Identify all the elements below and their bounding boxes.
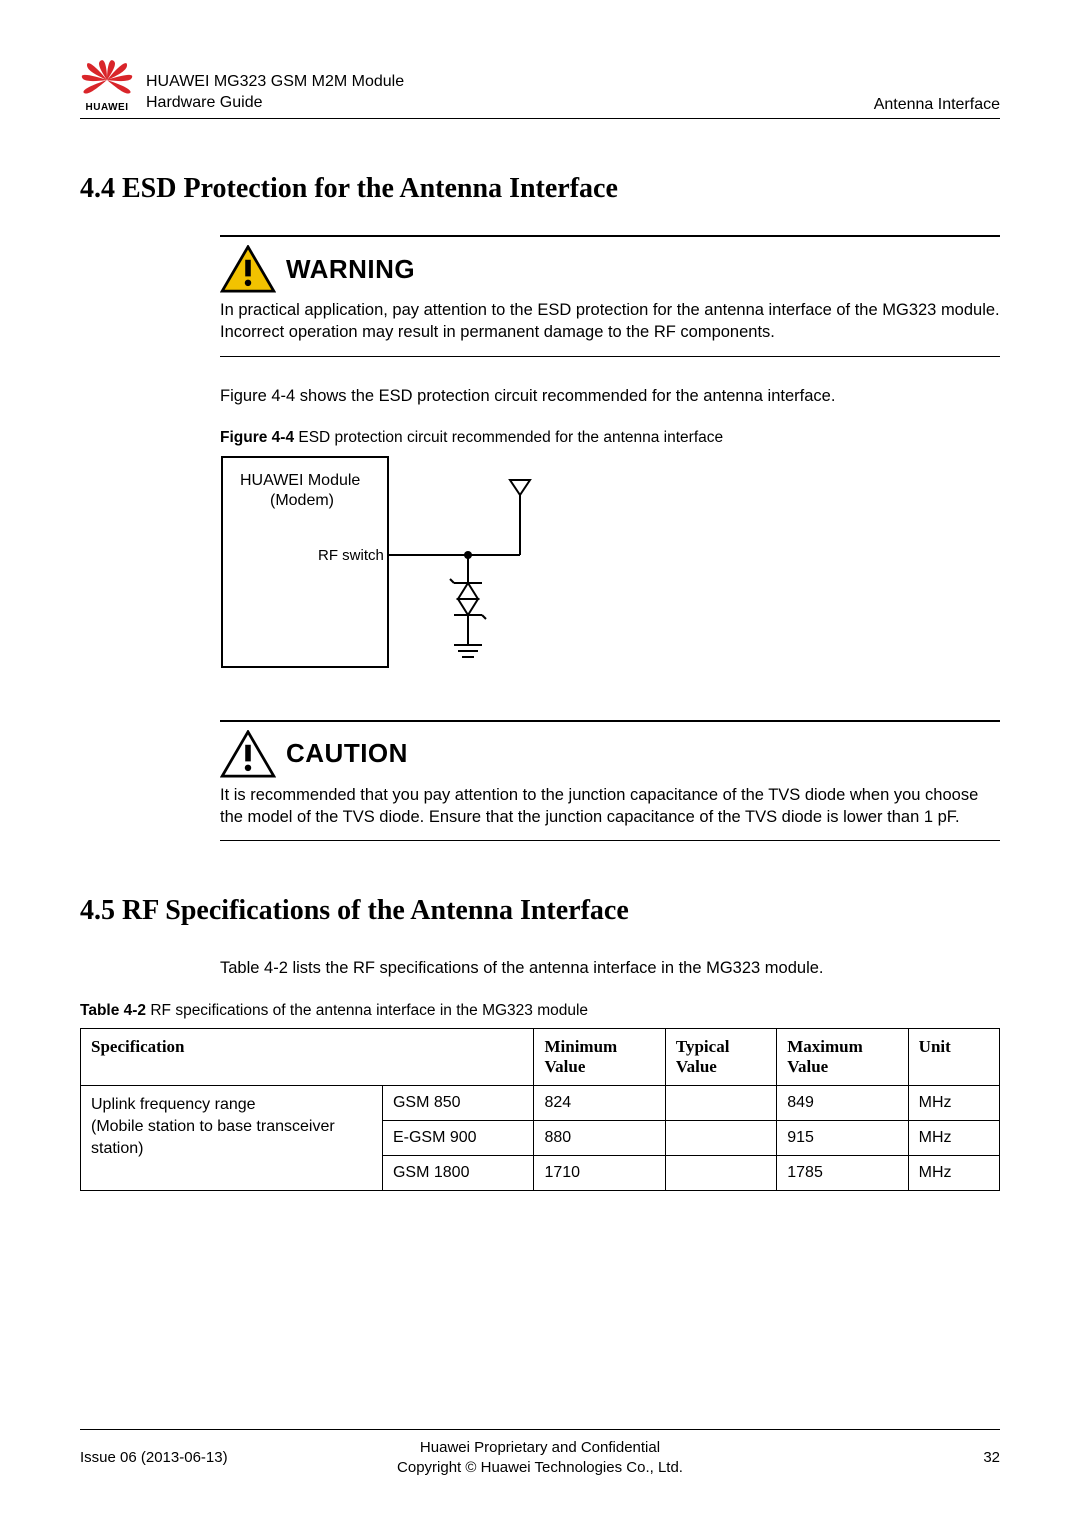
divider (220, 720, 1000, 722)
footer-page-number: 32 (770, 1449, 1000, 1466)
logo-brand-text: HUAWEI (86, 102, 129, 113)
col-spec: Specification (81, 1028, 534, 1086)
table-header-row: Specification Minimum Value Typical Valu… (81, 1028, 1000, 1086)
cell-max: 849 (777, 1086, 908, 1121)
huawei-petal-icon (80, 60, 134, 100)
warning-block: WARNING (220, 245, 1000, 293)
huawei-logo: HUAWEI (80, 60, 134, 114)
esd-circuit-diagram: HUAWEI Module (Modem) RF switch (220, 455, 1000, 690)
page-footer: Issue 06 (2013-06-13) Huawei Proprietary… (80, 1429, 1000, 1477)
cell-band: E-GSM 900 (382, 1121, 533, 1156)
spec-uplink-range: Uplink frequency range (Mobile station t… (81, 1086, 383, 1191)
caution-label: CAUTION (286, 738, 408, 769)
diagram-module-label-2: (Modem) (270, 492, 334, 509)
cell-band: GSM 1800 (382, 1156, 533, 1191)
table-caption-text: RF specifications of the antenna interfa… (146, 1002, 588, 1019)
header-section-label: Antenna Interface (874, 96, 1000, 114)
figure-caption-text: ESD protection circuit recommended for t… (294, 429, 723, 446)
caution-icon (220, 730, 276, 778)
col-unit: Unit (908, 1028, 999, 1086)
table-label: Table 4-2 (80, 1002, 146, 1019)
caution-block: CAUTION (220, 730, 1000, 778)
col-min: Minimum Value (534, 1028, 665, 1086)
section-4-5-heading: 4.5 RF Specifications of the Antenna Int… (80, 895, 1000, 927)
cell-unit: MHz (908, 1086, 999, 1121)
footer-center-line1: Huawei Proprietary and Confidential (420, 1439, 660, 1456)
figure-4-4-caption: Figure 4-4 ESD protection circuit recomm… (220, 429, 1000, 447)
warning-text: In practical application, pay attention … (220, 299, 1000, 344)
footer-center-line2: Copyright © Huawei Technologies Co., Ltd… (397, 1459, 683, 1476)
cell-typ (665, 1156, 776, 1191)
spec-line2: (Mobile station to base transceiver stat… (91, 1118, 335, 1157)
header-title-line2: Hardware Guide (146, 93, 874, 114)
cell-typ (665, 1121, 776, 1156)
footer-issue: Issue 06 (2013-06-13) (80, 1449, 310, 1466)
cell-unit: MHz (908, 1121, 999, 1156)
cell-unit: MHz (908, 1156, 999, 1191)
cell-min: 824 (534, 1086, 665, 1121)
header-doc-title: HUAWEI MG323 GSM M2M Module Hardware Gui… (146, 72, 874, 114)
warning-icon (220, 245, 276, 293)
divider (220, 235, 1000, 237)
divider (220, 840, 1000, 841)
cell-band: GSM 850 (382, 1086, 533, 1121)
section-4-4-heading: 4.4 ESD Protection for the Antenna Inter… (80, 173, 1000, 205)
page-header: HUAWEI HUAWEI MG323 GSM M2M Module Hardw… (80, 60, 1000, 119)
diagram-module-label: HUAWEI Module (240, 472, 360, 489)
diagram-port-label: RF switch (318, 547, 384, 564)
figure-label: Figure 4-4 (220, 429, 294, 446)
cell-typ (665, 1086, 776, 1121)
divider (220, 356, 1000, 357)
cell-max: 1785 (777, 1156, 908, 1191)
col-typ: Typical Value (665, 1028, 776, 1086)
cell-max: 915 (777, 1121, 908, 1156)
rf-spec-table: Specification Minimum Value Typical Valu… (80, 1028, 1000, 1192)
section-4-4-intro: Figure 4-4 shows the ESD protection circ… (220, 385, 1000, 407)
footer-center: Huawei Proprietary and Confidential Copy… (310, 1438, 770, 1477)
warning-label: WARNING (286, 254, 415, 285)
table-row: Uplink frequency range (Mobile station t… (81, 1086, 1000, 1121)
col-max: Maximum Value (777, 1028, 908, 1086)
cell-min: 1710 (534, 1156, 665, 1191)
spec-line1: Uplink frequency range (91, 1096, 256, 1113)
cell-min: 880 (534, 1121, 665, 1156)
header-title-line1: HUAWEI MG323 GSM M2M Module (146, 72, 874, 93)
caution-text: It is recommended that you pay attention… (220, 784, 1000, 829)
section-4-5-intro: Table 4-2 lists the RF specifications of… (220, 957, 1000, 979)
table-4-2-caption: Table 4-2 RF specifications of the anten… (80, 1002, 1000, 1020)
